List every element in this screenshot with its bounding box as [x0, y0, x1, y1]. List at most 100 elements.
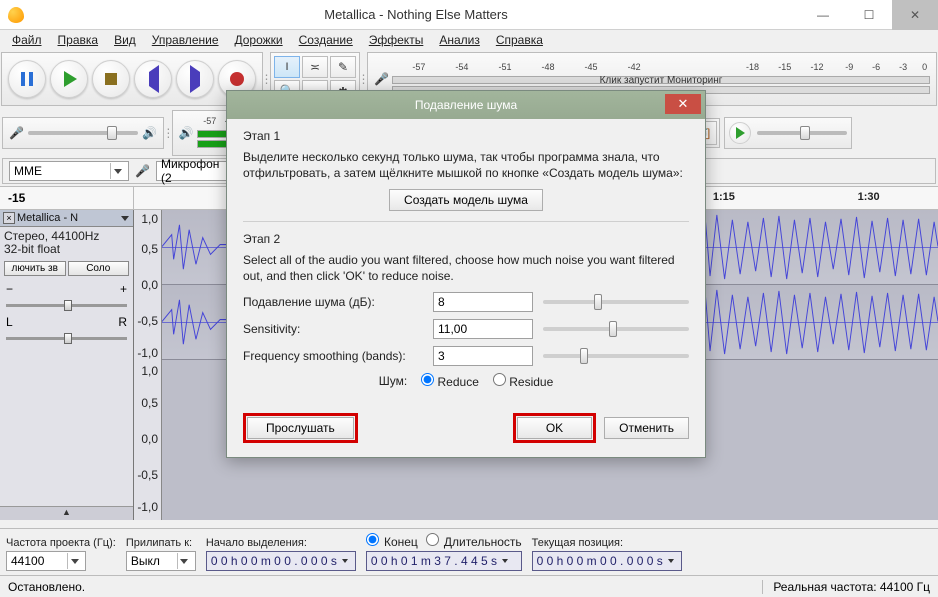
mute-button[interactable]: лючить зв	[4, 261, 66, 276]
length-radio[interactable]: Длительность	[426, 533, 522, 549]
app-icon	[8, 7, 24, 23]
frequency-smoothing-slider[interactable]	[543, 354, 689, 358]
menu-help[interactable]: Справка	[490, 31, 549, 49]
gain-plus-icon: +	[120, 282, 127, 296]
snap-to-combo[interactable]: Выкл	[126, 551, 196, 571]
snap-to-label: Прилипать к:	[126, 537, 196, 549]
audio-host-combo[interactable]: MME	[9, 161, 129, 181]
audio-host-value: MME	[14, 164, 42, 178]
play-at-speed-toolbar	[724, 117, 852, 149]
dialog-titlebar[interactable]: Подавление шума ✕	[227, 91, 705, 119]
speaker-icon: 🔊	[179, 126, 193, 140]
window-title: Metallica - Nothing Else Matters	[32, 7, 800, 22]
frequency-smoothing-input[interactable]	[433, 346, 533, 366]
step2-heading: Этап 2	[243, 232, 689, 246]
envelope-tool[interactable]: ≍	[302, 56, 328, 78]
track-name: Metallica - N	[17, 212, 118, 224]
play-button[interactable]	[50, 60, 88, 98]
maximize-button[interactable]: ☐	[846, 0, 892, 30]
recording-device-value: Микрофон (2	[161, 157, 225, 185]
audio-position-time[interactable]: 0 0 h 0 0 m 0 0 . 0 0 0 s	[532, 551, 682, 571]
selection-start-time[interactable]: 0 0 h 0 0 m 0 0 . 0 0 0 s	[206, 551, 356, 571]
ok-button[interactable]: OK	[517, 417, 592, 439]
play-icon	[736, 127, 745, 139]
play-icon	[64, 71, 77, 87]
end-radio[interactable]: Конец	[366, 533, 418, 549]
gain-minus-icon: −	[6, 282, 13, 296]
selection-toolbar: Частота проекта (Гц): 44100 Прилипать к:…	[0, 528, 938, 575]
selection-end-time[interactable]: 0 0 h 0 1 m 3 7 . 4 4 5 s	[366, 551, 522, 571]
stop-icon	[105, 73, 117, 85]
menu-create[interactable]: Создание	[293, 31, 359, 49]
noise-reduction-db-slider[interactable]	[543, 300, 689, 304]
mic-icon: 🎤	[9, 126, 24, 140]
cancel-button[interactable]: Отменить	[604, 417, 689, 439]
status-right: Реальная частота: 44100 Гц	[762, 580, 930, 594]
close-window-button[interactable]: ✕	[892, 0, 938, 30]
playback-speed-slider[interactable]	[757, 131, 847, 135]
track-format-info: Стерео, 44100Hz32-bit float	[0, 227, 133, 259]
menu-manage[interactable]: Управление	[146, 31, 225, 49]
minimize-button[interactable]: —	[800, 0, 846, 30]
menu-analyze[interactable]: Анализ	[433, 31, 486, 49]
sensitivity-slider[interactable]	[543, 327, 689, 331]
project-rate-label: Частота проекта (Гц):	[6, 537, 116, 549]
step1-description: Выделите несколько секунд только шума, т…	[243, 149, 689, 181]
stop-button[interactable]	[92, 60, 130, 98]
play-at-speed-button[interactable]	[729, 122, 751, 144]
draw-tool[interactable]: ✎	[330, 56, 356, 78]
mic-icon: 🎤	[135, 164, 150, 178]
get-noise-profile-button[interactable]: Создать модель шума	[389, 189, 543, 211]
track-collapse-button[interactable]: ▲	[0, 506, 133, 520]
mic-icon: 🎤	[374, 72, 388, 86]
sensitivity-label: Sensitivity:	[243, 322, 423, 336]
rec-meter-hint: Клик запустит Мониторинг	[600, 75, 723, 86]
menu-edit[interactable]: Правка	[52, 31, 105, 49]
track-control-panel: × Metallica - N Стерео, 44100Hz32-bit fl…	[0, 210, 134, 520]
step1-heading: Этап 1	[243, 129, 689, 143]
menu-view[interactable]: Вид	[108, 31, 142, 49]
status-bar: Остановлено. Реальная частота: 44100 Гц	[0, 575, 938, 597]
step2-description: Select all of the audio you want filtere…	[243, 252, 689, 284]
solo-button[interactable]: Соло	[68, 261, 130, 276]
project-rate-combo[interactable]: 44100	[6, 551, 86, 571]
noise-reduction-db-label: Подавление шума (дБ):	[243, 295, 423, 309]
envelope-icon: ≍	[310, 60, 320, 74]
track-gain-slider[interactable]	[6, 304, 127, 307]
pause-button[interactable]	[8, 60, 46, 98]
rec-volume-slider[interactable]	[28, 131, 138, 135]
sensitivity-input[interactable]	[433, 319, 533, 339]
noise-reduction-db-input[interactable]	[433, 292, 533, 312]
window-titlebar: Metallica - Nothing Else Matters — ☐ ✕	[0, 0, 938, 30]
menu-file[interactable]: Файл	[6, 31, 48, 49]
status-left: Остановлено.	[8, 580, 85, 594]
selection-tool[interactable]: I	[274, 56, 300, 78]
track-menu-dropdown[interactable]	[120, 213, 130, 223]
noise-label: Шум:	[379, 374, 407, 388]
transport-toolbar	[1, 52, 263, 106]
track-header[interactable]: × Metallica - N	[0, 210, 133, 227]
residue-radio[interactable]: Residue	[493, 373, 553, 389]
skip-start-icon	[148, 72, 159, 86]
menu-effects[interactable]: Эффекты	[363, 31, 430, 49]
skip-end-button[interactable]	[176, 60, 214, 98]
track-pan-slider[interactable]	[6, 337, 127, 340]
record-icon	[230, 72, 244, 86]
vertical-scale: 1,0 0,5 0,0 -0,5 -1,0 1,0 0,5 0,0 -0,5 -…	[134, 210, 162, 520]
reduce-radio[interactable]: Reduce	[421, 373, 479, 389]
frequency-smoothing-label: Frequency smoothing (bands):	[243, 349, 423, 363]
pause-icon	[21, 72, 33, 86]
noise-reduction-dialog: Подавление шума ✕ Этап 1 Выделите нескол…	[226, 90, 706, 458]
menu-tracks[interactable]: Дорожки	[229, 31, 289, 49]
rec-volume-slider-box: 🎤 🔊	[2, 117, 164, 149]
skip-start-button[interactable]	[134, 60, 172, 98]
rec-meter-bar-l: Клик запустит Мониторинг	[392, 76, 930, 84]
speaker-icon: 🔊	[142, 126, 157, 140]
timeline-gutter: -15	[0, 187, 134, 209]
track-close-button[interactable]: ×	[3, 212, 15, 224]
audio-position-label: Текущая позиция:	[532, 537, 682, 549]
preview-button[interactable]: Прослушать	[247, 417, 354, 439]
pencil-icon: ✎	[338, 60, 348, 74]
dialog-close-button[interactable]: ✕	[665, 94, 701, 114]
dialog-title: Подавление шума	[415, 98, 517, 112]
